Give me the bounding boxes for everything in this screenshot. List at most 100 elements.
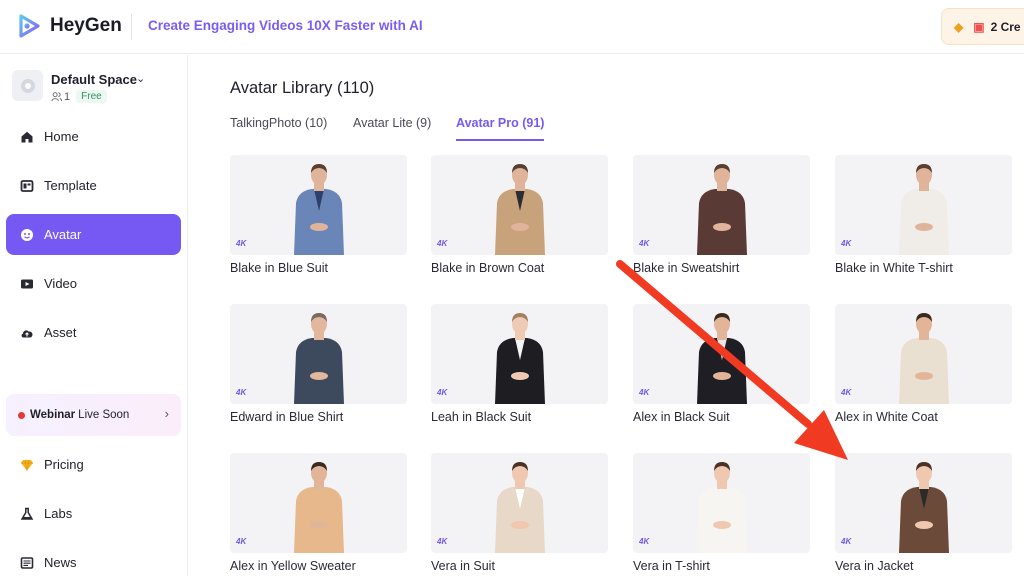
avatar-person-figure (294, 164, 344, 255)
news-icon (20, 556, 34, 570)
avatar-thumbnail[interactable]: 4K (431, 304, 608, 404)
page-title: Avatar Library (110) (230, 79, 375, 97)
avatar-thumbnail[interactable]: 4K (230, 304, 407, 404)
chevron-down-icon[interactable]: ⌄ (136, 72, 145, 85)
main-content: Avatar Library (110) TalkingPhoto (10) A… (189, 55, 1024, 576)
sidebar-item-template[interactable]: Template (6, 165, 181, 206)
divider (131, 14, 132, 40)
flask-icon (20, 507, 34, 521)
quality-4k-badge: 4K (841, 388, 852, 397)
avatar-name: Leah in Black Suit (431, 410, 532, 424)
asset-icon (20, 326, 34, 340)
credits-button[interactable]: ◆ ▣ 2 Cre (941, 8, 1024, 45)
avatar-thumbnail[interactable]: 4K (633, 155, 810, 255)
users-icon (51, 92, 62, 102)
heygen-logo-icon (19, 14, 40, 38)
space-name: Default Space (51, 72, 137, 87)
member-count: 1 (64, 90, 71, 103)
home-icon (20, 130, 34, 144)
avatar-name: Blake in White T-shirt (835, 261, 953, 275)
tab-avatar-pro[interactable]: Avatar Pro (91) (456, 116, 544, 130)
avatar-thumbnail[interactable]: 4K (431, 155, 608, 255)
space-logo-icon (20, 78, 35, 93)
avatar-thumbnail[interactable]: 4K (230, 155, 407, 255)
sidebar-item-labs[interactable]: Labs (6, 493, 181, 534)
diamond-icon (20, 458, 34, 472)
avatar-person-figure (697, 462, 747, 553)
avatar-name: Blake in Blue Suit (230, 261, 328, 275)
quality-4k-badge: 4K (841, 239, 852, 248)
sidebar-item-news[interactable]: News (6, 542, 181, 583)
credits-label: 2 Cre (990, 19, 1021, 34)
quality-4k-badge: 4K (639, 239, 650, 248)
sidebar-item-pricing[interactable]: Pricing (6, 444, 181, 485)
sidebar-item-avatar[interactable]: Avatar (6, 214, 181, 255)
sidebar-item-label: Home (44, 129, 79, 144)
avatar-person-figure (899, 462, 949, 553)
sidebar-item-label: Video (44, 276, 78, 291)
avatar-person-figure (495, 462, 545, 553)
avatar-thumbnail[interactable]: 4K (835, 155, 1012, 255)
diamond-icon: ◆ (954, 19, 964, 34)
avatar-person-figure (899, 164, 949, 255)
avatar-thumbnail[interactable]: 4K (835, 453, 1012, 553)
sidebar: Default Space ⌄ 1 Free Home Template Ava… (0, 55, 188, 576)
quality-4k-badge: 4K (639, 537, 650, 546)
avatar-name: Blake in Sweatshirt (633, 261, 740, 275)
sidebar-item-label: Asset (44, 325, 77, 340)
avatar-person-figure (899, 313, 949, 404)
avatar-name: Alex in Yellow Sweater (230, 559, 356, 573)
webinar-title: Webinar (30, 409, 76, 421)
tab-avatar-lite[interactable]: Avatar Lite (9) (353, 116, 431, 130)
sidebar-item-label: Template (44, 178, 97, 193)
avatar-person-figure (495, 164, 545, 255)
avatar-person-figure (697, 164, 747, 255)
heygen-logo[interactable]: HeyGen (16, 13, 122, 39)
avatar-name: Blake in Brown Coat (431, 261, 545, 275)
avatar-icon (20, 228, 34, 242)
quality-4k-badge: 4K (236, 537, 247, 546)
live-dot (18, 411, 25, 419)
quality-4k-badge: 4K (437, 388, 448, 397)
avatar-name: Edward in Blue Shirt (230, 410, 344, 424)
avatar-name: Vera in T-shirt (633, 559, 710, 573)
avatar-thumbnail[interactable]: 4K (431, 453, 608, 553)
sidebar-item-home[interactable]: Home (6, 116, 181, 157)
avatar-thumbnail[interactable]: 4K (633, 304, 810, 404)
quality-4k-badge: 4K (236, 388, 247, 397)
tagline: Create Engaging Videos 10X Faster with A… (148, 18, 423, 33)
webinar-status: Live Soon (78, 409, 130, 421)
sidebar-item-label: Pricing (44, 457, 84, 472)
gift-icon: ▣ (973, 19, 985, 34)
space-avatar (12, 70, 43, 101)
video-icon (20, 277, 34, 291)
sidebar-item-label: Labs (44, 506, 73, 521)
avatar-name: Alex in Black Suit (633, 410, 730, 424)
quality-4k-badge: 4K (639, 388, 650, 397)
quality-4k-badge: 4K (437, 239, 448, 248)
avatar-thumbnail[interactable]: 4K (230, 453, 407, 553)
template-icon (20, 179, 34, 193)
avatar-person-figure (697, 313, 747, 404)
space-switcher[interactable]: Default Space ⌄ 1 Free (12, 70, 182, 106)
quality-4k-badge: 4K (236, 239, 247, 248)
avatar-person-figure (495, 313, 545, 404)
sidebar-item-label: Avatar (44, 227, 82, 242)
avatar-thumbnail[interactable]: 4K (633, 453, 810, 553)
quality-4k-badge: 4K (841, 537, 852, 546)
space-members: 1 Free (51, 90, 107, 103)
sidebar-item-video[interactable]: Video (6, 263, 181, 304)
avatar-name: Vera in Suit (431, 559, 495, 573)
top-bar: HeyGen Create Engaging Videos 10X Faster… (0, 0, 1024, 54)
avatar-thumbnail[interactable]: 4K (835, 304, 1012, 404)
tab-talkingphoto[interactable]: TalkingPhoto (10) (230, 116, 327, 130)
avatar-person-figure (294, 313, 344, 404)
webinar-banner[interactable]: Webinar Live Soon › (6, 394, 181, 436)
chevron-right-icon: › (164, 406, 169, 421)
active-tab-indicator (456, 139, 544, 141)
sidebar-item-asset[interactable]: Asset (6, 312, 181, 353)
sidebar-item-label: News (44, 555, 77, 570)
avatar-person-figure (294, 462, 344, 553)
avatar-name: Alex in White Coat (835, 410, 938, 424)
plan-badge: Free (76, 90, 107, 103)
